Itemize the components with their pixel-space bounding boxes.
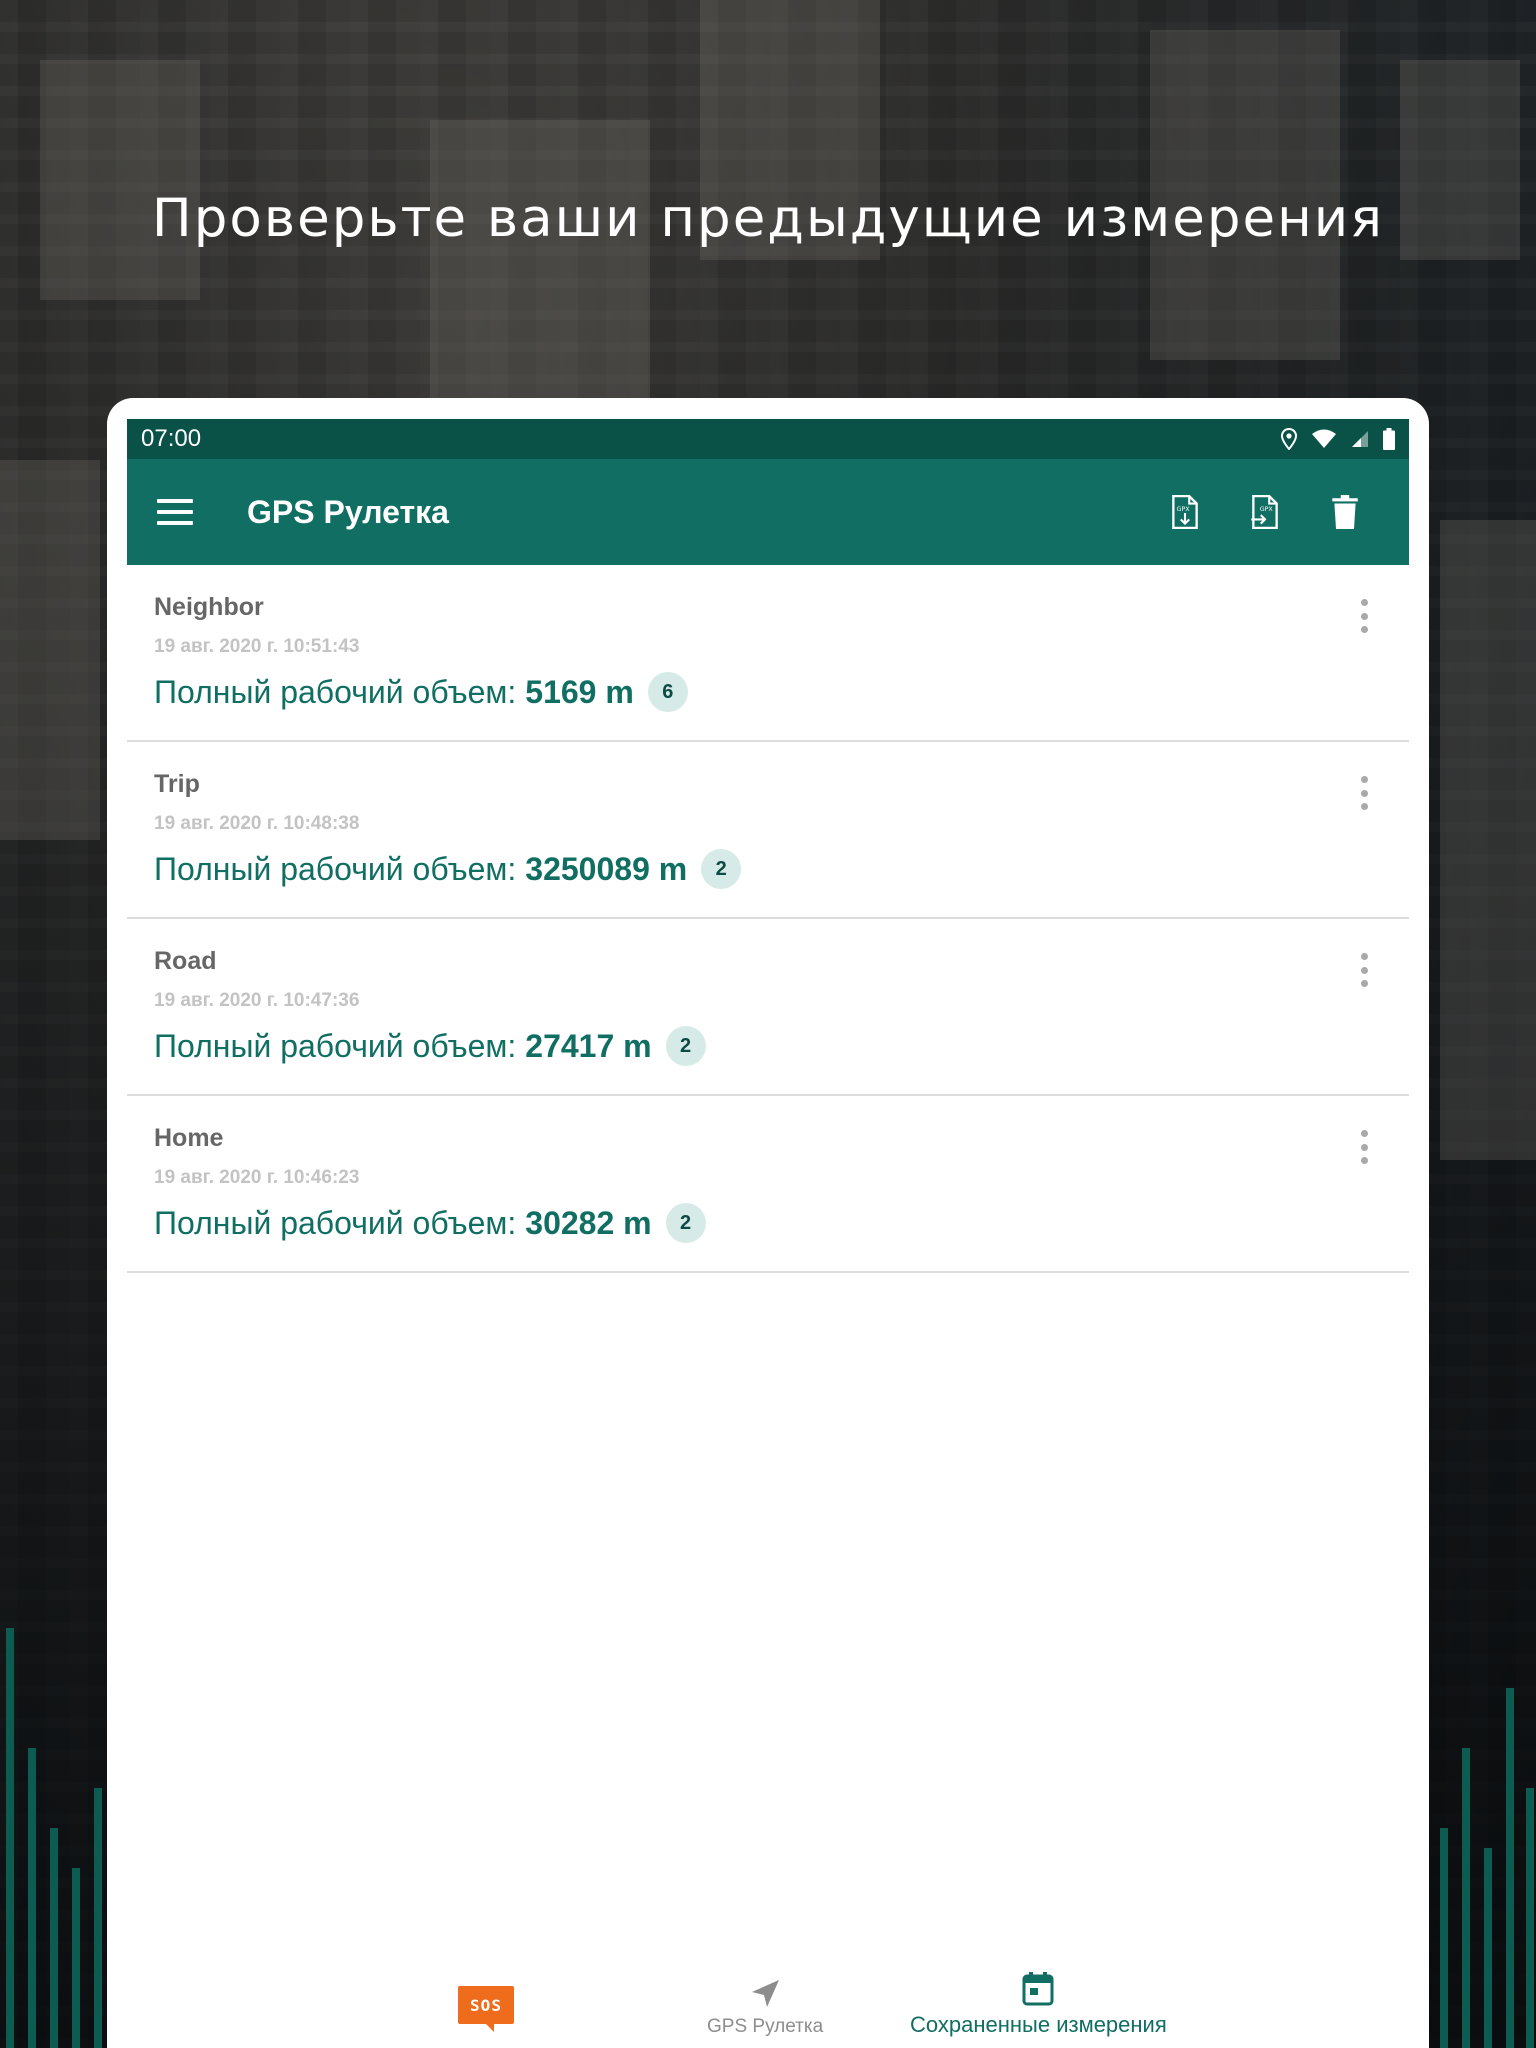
item-date: 19 авг. 2020 г. 10:51:43 <box>154 636 360 657</box>
item-total: Полный рабочий объем: 27417 m 2 <box>154 1026 1409 1066</box>
app-bar-actions: GPX GPX <box>1169 494 1361 530</box>
bg-accent-bar <box>1506 1688 1514 2048</box>
item-total-value: 30282 m <box>525 1204 652 1241</box>
bg-building <box>0 460 100 840</box>
status-bar: 07:00 <box>127 419 1409 459</box>
nav-saved[interactable]: Сохраненные измерения <box>910 1972 1167 2038</box>
bg-building <box>40 60 200 300</box>
measurement-list: Neighbor 19 авг. 2020 г. 10:51:43 Полный… <box>127 565 1409 1273</box>
bg-building <box>430 120 650 420</box>
nav-gps[interactable]: GPS Рулетка <box>707 1978 823 2038</box>
nav-sos[interactable]: SOS <box>458 1986 514 2032</box>
item-total-label: Полный рабочий объем: <box>154 673 517 710</box>
item-total: Полный рабочий объем: 3250089 m 2 <box>154 849 1409 889</box>
bg-accent-bar <box>72 1868 80 2048</box>
menu-icon[interactable] <box>157 499 193 525</box>
item-date: 19 авг. 2020 г. 10:46:23 <box>154 1167 360 1188</box>
item-total-label: Полный рабочий объем: <box>154 850 517 887</box>
item-total-value: 27417 m <box>525 1027 652 1064</box>
more-vert-icon[interactable] <box>1359 953 1369 987</box>
bg-accent-bar <box>50 1828 58 2048</box>
svg-text:GPX: GPX <box>1260 506 1274 513</box>
navigation-arrow-icon <box>752 1980 780 2007</box>
calendar-icon <box>1022 1972 1054 2006</box>
app-title: GPS Рулетка <box>247 493 449 530</box>
item-name: Road <box>154 947 217 975</box>
list-item[interactable]: Trip 19 авг. 2020 г. 10:48:38 Полный раб… <box>127 742 1409 919</box>
nav-saved-label: Сохраненные измерения <box>910 2012 1167 2037</box>
trash-icon[interactable] <box>1329 494 1361 530</box>
list-item[interactable]: Neighbor 19 авг. 2020 г. 10:51:43 Полный… <box>127 565 1409 742</box>
item-name: Trip <box>154 770 200 798</box>
item-total: Полный рабочий объем: 5169 m 6 <box>154 672 1409 712</box>
item-total-label: Полный рабочий объем: <box>154 1204 517 1241</box>
point-count-badge: 2 <box>665 1203 706 1243</box>
item-name: Home <box>154 1124 224 1152</box>
sos-icon: SOS <box>458 1986 514 2032</box>
bg-building <box>1440 520 1536 1160</box>
list-item[interactable]: Road 19 авг. 2020 г. 10:47:36 Полный раб… <box>127 919 1409 1096</box>
point-count-badge: 2 <box>665 1026 706 1066</box>
svg-text:GPX: GPX <box>1177 506 1191 513</box>
item-date: 19 авг. 2020 г. 10:48:38 <box>154 813 360 834</box>
item-total-value: 3250089 m <box>525 850 688 887</box>
item-total-value: 5169 m <box>525 673 634 710</box>
nav-gps-label: GPS Рулетка <box>707 2016 824 2037</box>
wifi-icon <box>1312 429 1336 448</box>
point-count-badge: 6 <box>647 672 688 712</box>
status-time: 07:00 <box>141 425 202 452</box>
bg-accent-bar <box>1526 1788 1534 2048</box>
bg-accent-bar <box>1462 1748 1470 2048</box>
more-vert-icon[interactable] <box>1359 1130 1369 1164</box>
cell-signal-icon <box>1352 431 1368 447</box>
item-date: 19 авг. 2020 г. 10:47:36 <box>154 990 360 1011</box>
location-pin-icon <box>1281 428 1297 450</box>
bg-accent-bar <box>1440 1828 1448 2048</box>
gpx-export-icon[interactable]: GPX <box>1169 494 1201 530</box>
more-vert-icon[interactable] <box>1359 599 1369 633</box>
item-total-label: Полный рабочий объем: <box>154 1027 517 1064</box>
item-name: Neighbor <box>154 593 264 621</box>
app-bar: GPS Рулетка GPX GPX <box>127 459 1409 565</box>
item-total: Полный рабочий объем: 30282 m 2 <box>154 1203 1409 1243</box>
bg-accent-bar <box>1484 1848 1492 2048</box>
gpx-import-icon[interactable]: GPX <box>1249 494 1281 530</box>
status-icons <box>1281 428 1395 450</box>
more-vert-icon[interactable] <box>1359 776 1369 810</box>
bg-accent-bar <box>94 1788 102 2048</box>
point-count-badge: 2 <box>701 849 742 889</box>
bg-accent-bar <box>28 1748 36 2048</box>
battery-icon <box>1383 428 1395 450</box>
list-item[interactable]: Home 19 авг. 2020 г. 10:46:23 Полный раб… <box>127 1096 1409 1273</box>
app-screen: 07:00 GPS Рулетка GPX GPX Neighbor 19 ав… <box>127 419 1409 2048</box>
bottom-navigation: SOS GPS Рулетка Сохраненные измерения <box>127 1956 1409 2048</box>
promo-headline: Проверьте ваши предыдущие измерения <box>151 188 1385 249</box>
bg-accent-bar <box>6 1628 14 2048</box>
